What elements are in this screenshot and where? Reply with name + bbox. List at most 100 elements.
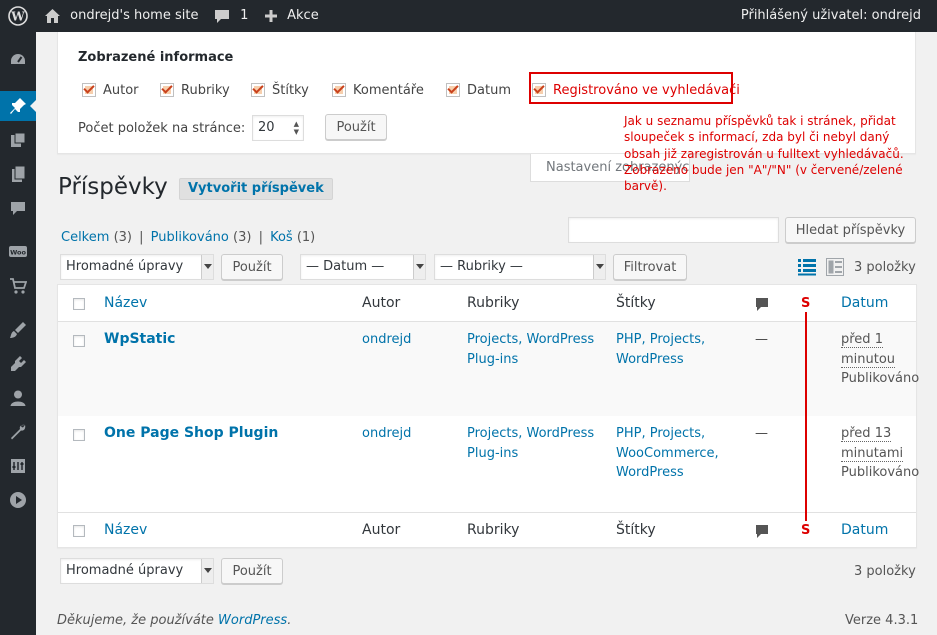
menu-dashboard[interactable] — [0, 45, 36, 75]
column-toggle-author[interactable]: Autor — [82, 81, 139, 99]
checkbox[interactable] — [532, 83, 546, 97]
column-footer-author: Autor — [362, 522, 401, 538]
screen-options-apply-button[interactable]: Použít — [325, 114, 387, 140]
checkbox[interactable] — [446, 83, 460, 97]
comment-column-icon[interactable] — [755, 524, 769, 543]
checkbox[interactable] — [82, 83, 96, 97]
post-search-input[interactable] — [568, 217, 779, 243]
menu-posts[interactable] — [0, 91, 37, 121]
chevron-down-icon — [201, 255, 213, 279]
column-header-title[interactable]: Název — [104, 295, 147, 311]
screen-options-heading: Zobrazené informace — [78, 50, 234, 65]
add-new-post-button[interactable]: Vytvořit příspěvek — [179, 178, 333, 200]
column-toggle-registered[interactable]: Registrováno ve vyhledávači — [532, 81, 740, 99]
excerpt-view-icon[interactable] — [826, 258, 844, 280]
menu-tools[interactable] — [0, 417, 36, 447]
bulk-actions-select-top[interactable]: Hromadné úpravy — [60, 254, 214, 280]
date-filter-select[interactable]: — Datum — — [300, 254, 426, 280]
view-published-link[interactable]: Publikováno — [151, 230, 229, 245]
view-all-link[interactable]: Celkem — [61, 230, 109, 245]
column-toggle-date[interactable]: Datum — [446, 81, 511, 99]
new-content-link[interactable]: Akce — [264, 0, 319, 32]
menu-users[interactable] — [0, 383, 36, 413]
menu-plugins[interactable] — [0, 349, 36, 379]
column-toggle-categories[interactable]: Rubriky — [160, 81, 230, 99]
checkbox[interactable] — [160, 83, 174, 97]
column-toggle-tags[interactable]: Štítky — [251, 81, 309, 99]
view-trash-link[interactable]: Koš — [270, 230, 293, 245]
column-header-author: Autor — [362, 295, 401, 311]
row-checkbox[interactable] — [73, 429, 85, 441]
filter-button[interactable]: Filtrovat — [613, 254, 687, 280]
menu-appearance[interactable] — [0, 315, 36, 345]
comments-link[interactable]: 1 — [214, 0, 248, 32]
post-author-link[interactable]: ondrejd — [362, 330, 411, 350]
menu-settings[interactable] — [0, 451, 36, 481]
menu-comments[interactable] — [0, 193, 36, 223]
wordpress-link[interactable]: WordPress — [218, 613, 287, 628]
view-all-count: (3) — [113, 230, 132, 245]
post-categories-links[interactable]: Projects, WordPress Plug-ins — [467, 330, 602, 369]
menu-media-player[interactable] — [0, 485, 36, 515]
svg-text:Woo: Woo — [10, 249, 26, 257]
list-view-icon[interactable] — [798, 258, 816, 280]
post-tags-links[interactable]: PHP, Projects, WordPress — [616, 330, 716, 369]
column-header-date[interactable]: Datum — [841, 295, 888, 311]
category-filter-select[interactable]: — Rubriky — — [434, 254, 606, 280]
column-header-categories: Rubriky — [467, 295, 520, 311]
menu-products[interactable] — [0, 271, 36, 301]
bulk-apply-button-bottom[interactable]: Použít — [221, 558, 283, 584]
admin-bar: W ondrejd's home site 1 Akce Přihlášený … — [0, 0, 937, 32]
column-footer-registered: S — [801, 523, 811, 538]
table-header-row: Název Autor Rubriky Štítky S Datum — [58, 285, 916, 322]
spinner-arrows-icon[interactable]: ▲ ▼ — [294, 120, 299, 136]
view-published-count: (3) — [233, 230, 252, 245]
menu-media[interactable] — [0, 125, 36, 155]
footer-thanks: Děkujeme, že používáte WordPress. — [57, 613, 292, 628]
post-tags-links[interactable]: PHP, Projects, WooCommerce, WordPress — [616, 424, 726, 483]
bulk-apply-button-top[interactable]: Použít — [221, 254, 283, 280]
select-all-checkbox[interactable] — [73, 298, 85, 310]
view-separator: | — [258, 230, 263, 245]
post-comments-count: — — [755, 426, 768, 441]
home-icon — [45, 8, 60, 23]
wordpress-logo-icon[interactable]: W — [8, 0, 28, 32]
column-footer-tags: Štítky — [616, 522, 656, 538]
search-posts-button[interactable]: Hledat příspěvky — [785, 217, 916, 243]
menu-pages[interactable] — [0, 159, 36, 189]
row-checkbox[interactable] — [73, 335, 85, 347]
column-footer-date[interactable]: Datum — [841, 522, 888, 538]
select-all-checkbox[interactable] — [73, 525, 85, 537]
post-title-link[interactable]: WpStatic — [104, 330, 175, 350]
menu-woocommerce[interactable]: Woo — [0, 237, 36, 267]
post-date-relative: před 1 minutou — [841, 332, 896, 368]
pages-icon — [12, 165, 26, 182]
bulk-actions-select-bottom[interactable]: Hromadné úpravy — [60, 558, 214, 584]
post-date: před 13 minutami Publikováno — [841, 424, 919, 483]
tools-icon — [11, 424, 26, 440]
post-title-link[interactable]: One Page Shop Plugin — [104, 424, 278, 444]
post-author-link[interactable]: ondrejd — [362, 424, 411, 444]
table-footer-row: Název Autor Rubriky Štítky S Datum — [58, 512, 916, 548]
post-categories-links[interactable]: Projects, WordPress Plug-ins — [467, 424, 602, 463]
appearance-icon — [10, 322, 26, 338]
post-status: Publikováno — [841, 465, 920, 480]
per-page-input[interactable]: 20 ▲ ▼ — [252, 115, 304, 141]
settings-icon — [11, 459, 25, 473]
column-toggle-comments[interactable]: Komentáře — [332, 81, 424, 99]
my-account-link[interactable]: Přihlášený uživatel: ondrejd — [741, 0, 921, 32]
column-footer-title[interactable]: Název — [104, 522, 147, 538]
media-icon — [11, 132, 26, 147]
checkbox[interactable] — [332, 83, 346, 97]
site-name-link[interactable]: ondrejd's home site — [44, 0, 198, 32]
checkbox[interactable] — [251, 83, 265, 97]
page-title: Příspěvky — [58, 174, 168, 200]
cart-icon — [10, 278, 27, 294]
view-separator: | — [139, 230, 144, 245]
comment-column-icon[interactable] — [755, 297, 769, 316]
view-trash-count: (1) — [296, 230, 316, 245]
table-row: One Page Shop Plugin ondrejd Projects, W… — [58, 416, 919, 512]
post-status-views: Celkem (3) | Publikováno (3) | Koš (1) — [61, 230, 315, 245]
svg-text:W: W — [10, 9, 25, 23]
chevron-down-icon — [593, 255, 605, 279]
